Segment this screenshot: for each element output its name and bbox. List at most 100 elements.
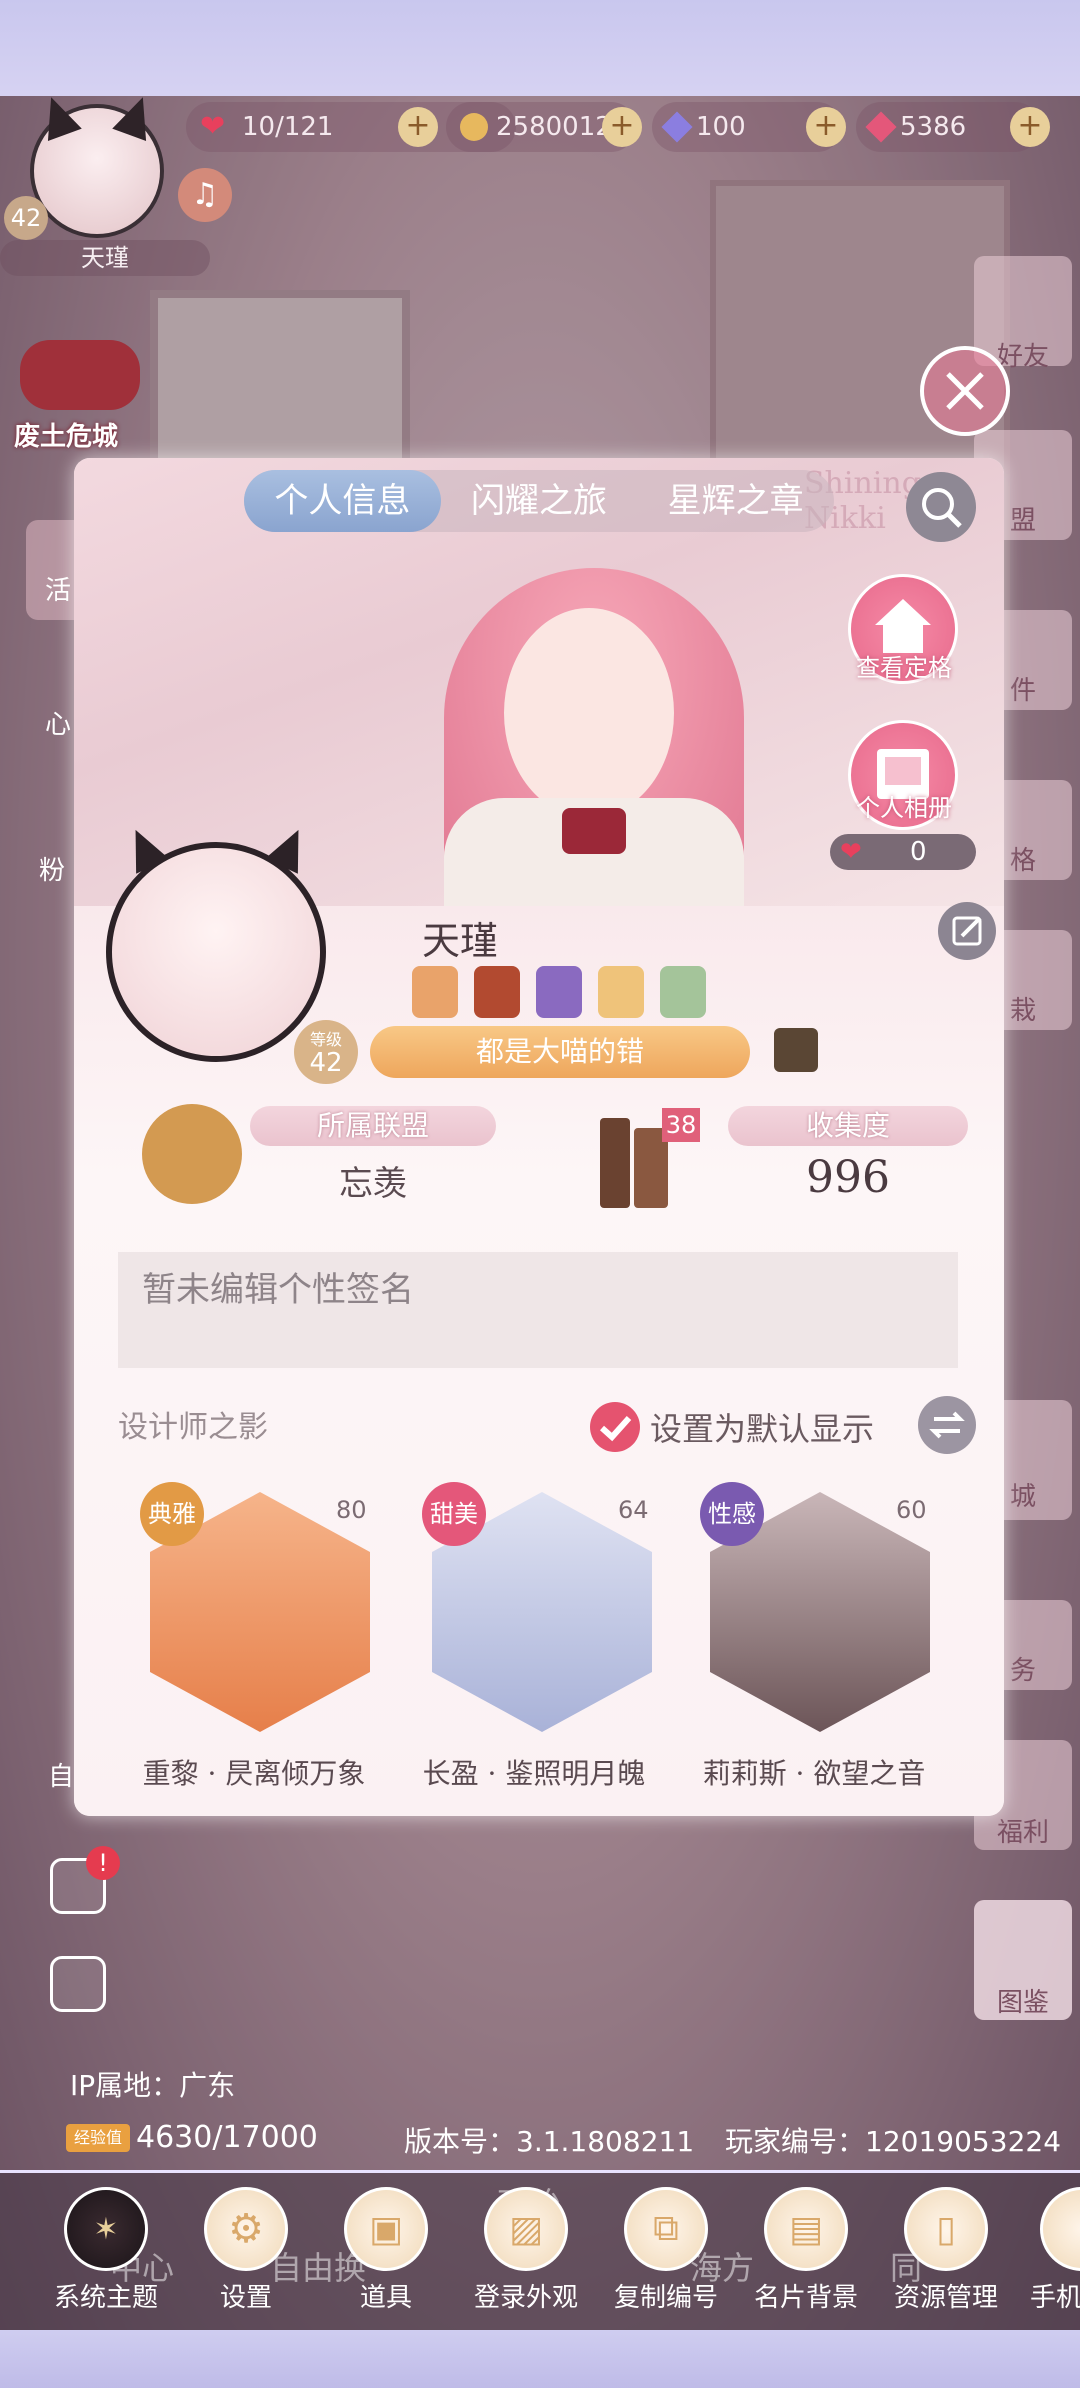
card-style-tag: 典雅: [140, 1482, 204, 1546]
close-icon: [946, 372, 984, 410]
player-id: 玩家编号：12019053224: [725, 2125, 1062, 2158]
bottom-item-theme[interactable]: ✶ 系统主题: [46, 2187, 166, 2314]
heart-icon: ❤: [200, 109, 226, 144]
bottom-strip: [0, 2330, 1080, 2388]
heart-icon: ❤: [840, 837, 862, 867]
card-count: 64: [618, 1496, 649, 1524]
gear-icon: ⚙: [204, 2187, 288, 2271]
medal-row: [412, 966, 706, 1018]
profile-tabs: 个人信息 闪耀之旅 星辉之章: [244, 470, 834, 532]
add-gold-button[interactable]: +: [602, 107, 642, 147]
event-banner[interactable]: 废土危城: [10, 320, 150, 452]
card-name: 莉莉斯 · 欲望之音: [702, 1757, 926, 1790]
level-label: 等级: [309, 1030, 342, 1049]
add-stamina-button[interactable]: +: [398, 107, 438, 147]
bottom-item-items[interactable]: ▣ 道具: [326, 2187, 446, 2314]
collection-value: 996: [806, 1152, 890, 1203]
phone-icon: ▯: [904, 2187, 988, 2271]
fullscreen-icon[interactable]: [50, 1956, 106, 2012]
pencil-icon: [952, 916, 982, 946]
event-banner-label: 废土危城: [14, 422, 119, 452]
card-style-tag: 性感: [700, 1482, 764, 1546]
designer-card[interactable]: 甜美 64: [422, 1482, 658, 1742]
bottom-item-label: 系统主题: [53, 2283, 158, 2313]
swap-button[interactable]: [918, 1396, 976, 1454]
player-name: 天瑾: [0, 240, 210, 276]
search-button[interactable]: [906, 472, 976, 542]
bottom-item-label: 复制编号: [613, 2283, 718, 2313]
designer-section-title: 设计师之影: [118, 1410, 268, 1445]
level-value: 42: [309, 1048, 343, 1078]
designer-card[interactable]: 性感 60: [700, 1482, 936, 1742]
default-display-checkbox[interactable]: [590, 1402, 640, 1452]
level-badge: 等级 42: [294, 1020, 358, 1084]
view-style-label: 查看定格: [856, 654, 952, 682]
bottom-item-resources[interactable]: ▯ 资源管理: [886, 2187, 1006, 2314]
crystal-value: 5386: [900, 112, 967, 142]
bottom-item-label: 登录外观: [473, 2283, 578, 2313]
diamond-icon: [661, 111, 693, 143]
bottom-item-label: 道具: [359, 2283, 412, 2313]
tab-star-chapter[interactable]: 星辉之章: [637, 470, 834, 532]
medal-icon[interactable]: [660, 966, 706, 1018]
theme-icon: ✶: [64, 2187, 148, 2271]
character-face: [504, 608, 674, 818]
crystal-icon: [865, 111, 897, 143]
search-icon: [922, 488, 962, 528]
card-name: 长盈 · 鉴照明月魄: [422, 1757, 646, 1790]
ip-location: IP属地：广东: [70, 2069, 236, 2102]
medal-icon[interactable]: [474, 966, 520, 1018]
signature-field[interactable]: 暂未编辑个性签名: [118, 1252, 958, 1368]
likes-counter[interactable]: ❤ 0: [830, 834, 976, 870]
album-label: 个人相册: [856, 794, 952, 822]
add-diamond-button[interactable]: +: [806, 107, 846, 147]
alliance-icon: [142, 1104, 242, 1204]
edit-profile-button[interactable]: [938, 902, 996, 960]
bottom-item-copy-id[interactable]: ⧉ 复制编号: [606, 2187, 726, 2314]
profile-panel: Shining Nikki 个人信息 闪耀之旅 星辉之章 查看定格 个人相册 ❤…: [74, 458, 1004, 1816]
bottom-item-phone[interactable]: 手机: [1010, 2187, 1080, 2314]
profile-avatar[interactable]: [106, 842, 326, 1062]
stamina-value: 10/121: [242, 112, 334, 142]
version-and-player-id: 版本号：3.1.1808211 玩家编号：12019053224: [404, 2120, 1061, 2160]
bottom-item-label: 设置: [219, 2283, 272, 2313]
bottom-toolbar: 中心 自由换 开始 海方 同 ✶ 系统主题 ⚙ 设置 ▣ 道具 ▨ 登录外观 ⧉…: [0, 2170, 1080, 2330]
close-button[interactable]: [920, 346, 1010, 436]
exp-value: 4630/17000: [136, 2120, 318, 2155]
card-name: 重黎 · 昃离倾万象: [142, 1757, 366, 1790]
bottom-item-login-appearance[interactable]: ▨ 登录外观: [466, 2187, 586, 2314]
tab-personal-info[interactable]: 个人信息: [244, 470, 441, 532]
tab-shining-journey[interactable]: 闪耀之旅: [441, 470, 638, 532]
alliance-label: 所属联盟: [250, 1106, 496, 1146]
player-title[interactable]: 都是大喵的错: [370, 1026, 750, 1078]
add-crystal-button[interactable]: +: [1010, 107, 1050, 147]
gold-value: 2580012: [496, 112, 612, 142]
medal-icon[interactable]: [598, 966, 644, 1018]
alliance-name[interactable]: 忘羡: [250, 1156, 496, 1205]
card-count: 80: [336, 1496, 367, 1524]
picture-icon: ▨: [484, 2187, 568, 2271]
medal-icon[interactable]: [412, 966, 458, 1018]
cat-coin-icon: [460, 113, 488, 141]
likes-value: 0: [910, 837, 927, 867]
card-icon: ▤: [764, 2187, 848, 2271]
bottom-item-label: 资源管理: [893, 2283, 998, 2313]
medal-icon[interactable]: [536, 966, 582, 1018]
character-bow: [562, 808, 626, 854]
top-strip: [0, 0, 1080, 96]
music-icon[interactable]: ♫: [178, 168, 232, 222]
bottom-item-settings[interactable]: ⚙ 设置: [186, 2187, 306, 2314]
bottom-item-card-background[interactable]: ▤ 名片背景: [746, 2187, 866, 2314]
collection-label: 收集度: [728, 1106, 968, 1146]
emblem-icon[interactable]: [774, 1028, 818, 1072]
profile-name: 天瑾: [422, 919, 499, 963]
copy-icon: ⧉: [624, 2187, 708, 2271]
bag-icon: ▣: [344, 2187, 428, 2271]
right-menu-codex[interactable]: 图鉴: [974, 1900, 1072, 2020]
notification-badge: !: [86, 1846, 120, 1880]
collection-books-icon[interactable]: 38: [572, 1098, 712, 1218]
card-style-tag: 甜美: [422, 1482, 486, 1546]
designer-card[interactable]: 典雅 80: [140, 1482, 376, 1742]
phone-icon: [1040, 2187, 1080, 2271]
version-number: 版本号：3.1.1808211: [404, 2125, 695, 2158]
